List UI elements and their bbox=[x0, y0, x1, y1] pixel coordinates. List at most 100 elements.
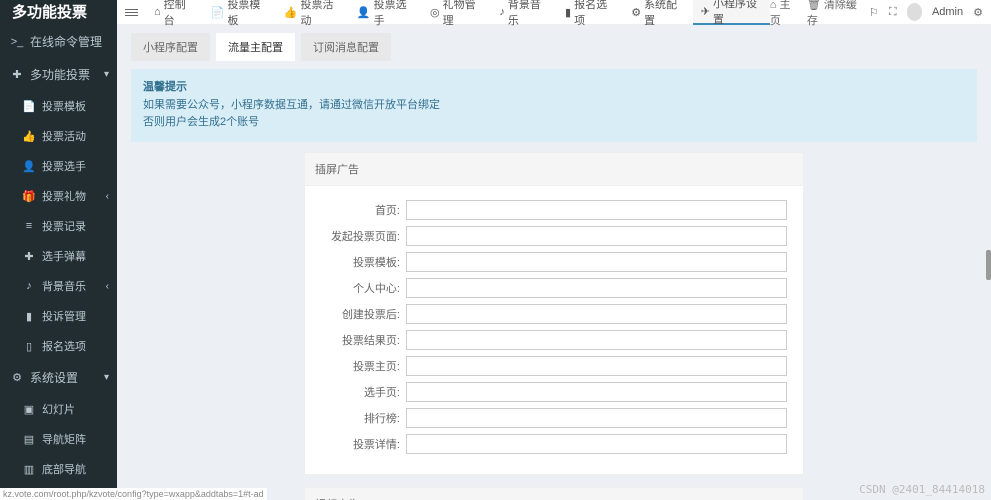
input-after-create[interactable] bbox=[406, 304, 787, 324]
flag-icon: ▮ bbox=[565, 6, 571, 19]
nav-icon: ▥ bbox=[22, 463, 36, 476]
user-icon: 👤 bbox=[22, 160, 36, 173]
field-label: 排行榜: bbox=[321, 410, 406, 426]
input-player-page[interactable] bbox=[406, 382, 787, 402]
topbar: ⌂控制台 📄投票模板 👍投票活动 👤投票选手 ◎礼物管理 ♪背景音乐 ▮报名选项… bbox=[117, 0, 991, 25]
input-detail[interactable] bbox=[406, 434, 787, 454]
file-icon: 📄 bbox=[211, 6, 225, 19]
sidebar-item-signup[interactable]: ▯报名选项 bbox=[6, 331, 117, 361]
alert-line1: 如果需要公众号，小程序数据互通，请通过微信开放平台绑定 bbox=[143, 97, 965, 115]
terminal-icon: >_ bbox=[10, 36, 24, 48]
flag-icon[interactable]: ⚐ bbox=[869, 6, 879, 19]
field-label: 投票结果页: bbox=[321, 332, 406, 348]
topbar-right: ⌂ 主页 🗑 清除缓存 ⚐ ⛶ Admin ⚙ bbox=[770, 0, 983, 28]
tab-template[interactable]: 📄投票模板 bbox=[203, 0, 274, 25]
clear-cache-link[interactable]: 🗑 清除缓存 bbox=[807, 0, 859, 28]
sidebar-group-cmd[interactable]: >_ 在线命令管理 bbox=[0, 25, 117, 58]
circle-icon: ◎ bbox=[430, 6, 440, 19]
sidebar-item-player[interactable]: 👤投票选手 bbox=[6, 151, 117, 181]
sidebar-item-activity[interactable]: 👍投票活动 bbox=[6, 121, 117, 151]
chevron-left-icon: ‹ bbox=[106, 281, 109, 292]
chevron-down-icon: ▾ bbox=[104, 372, 109, 383]
sidebar-label: 系统设置 bbox=[30, 369, 78, 386]
brand-title: 多功能投票 bbox=[0, 0, 117, 25]
tab-sysconfig[interactable]: ⚙系统配置 bbox=[623, 0, 691, 25]
input-profile[interactable] bbox=[406, 278, 787, 298]
user-name[interactable]: Admin bbox=[932, 6, 963, 18]
tab-miniapp[interactable]: ✈小程序设置 bbox=[693, 0, 770, 25]
sidebar-item-complaint[interactable]: ▮投诉管理 bbox=[6, 301, 117, 331]
main-area: ⌂控制台 📄投票模板 👍投票活动 👤投票选手 ◎礼物管理 ♪背景音乐 ▮报名选项… bbox=[117, 0, 991, 500]
sidebar-sub-sys: ▣幻灯片 ▤导航矩阵 ▥底部导航 ⚙系统配置 ✈小程序设置 ◎公众号配置 bbox=[0, 394, 117, 500]
tab-signup[interactable]: ▮报名选项 bbox=[557, 0, 621, 25]
plus-icon: ✚ bbox=[10, 68, 24, 81]
scrollbar-handle[interactable] bbox=[986, 250, 991, 280]
field-label: 投票模板: bbox=[321, 254, 406, 270]
plane-icon: ✈ bbox=[701, 5, 710, 18]
alert-line2: 否则用户会生成2个账号 bbox=[143, 114, 965, 132]
field-label: 创建投票后: bbox=[321, 306, 406, 322]
tab-subscribe-config[interactable]: 订阅消息配置 bbox=[301, 33, 391, 61]
status-url: kz.vote.com/root.php/kzvote/config?type=… bbox=[0, 488, 267, 500]
tab-activity[interactable]: 👍投票活动 bbox=[276, 0, 347, 25]
home-link[interactable]: ⌂ 主页 bbox=[770, 0, 797, 28]
music-icon: ♪ bbox=[499, 6, 505, 18]
field-label: 个人中心: bbox=[321, 280, 406, 296]
home-icon: ⌂ bbox=[154, 6, 161, 18]
gift-icon: 🎁 bbox=[22, 190, 36, 203]
content-area[interactable]: 小程序配置 流量主配置 订阅消息配置 温馨提示 如果需要公众号，小程序数据互通，… bbox=[117, 25, 991, 500]
avatar[interactable] bbox=[907, 3, 922, 21]
input-launch-vote[interactable] bbox=[406, 226, 787, 246]
sidebar-label: 在线命令管理 bbox=[30, 33, 102, 50]
sidebar-item-gift[interactable]: 🎁投票礼物‹ bbox=[6, 181, 117, 211]
watermark: CSDN @2401_84414018 bbox=[859, 483, 985, 496]
input-result[interactable] bbox=[406, 330, 787, 350]
chevron-down-icon: ▾ bbox=[104, 69, 109, 80]
field-label: 投票主页: bbox=[321, 358, 406, 374]
tab-gift[interactable]: ◎礼物管理 bbox=[422, 0, 489, 25]
sidebar-item-danmu[interactable]: ✚选手弹幕 bbox=[6, 241, 117, 271]
file-icon: 📄 bbox=[22, 100, 36, 113]
form-icon: ▯ bbox=[22, 340, 36, 353]
panel-title: 视频广告 bbox=[305, 488, 803, 500]
alert-title: 温馨提示 bbox=[143, 79, 965, 97]
hamburger-icon[interactable] bbox=[125, 7, 138, 18]
list-icon: ≡ bbox=[22, 220, 36, 232]
sidebar-item-record[interactable]: ≡投票记录 bbox=[6, 211, 117, 241]
chevron-left-icon: ‹ bbox=[106, 191, 109, 202]
expand-icon[interactable]: ⛶ bbox=[889, 6, 897, 19]
flag-icon: ▮ bbox=[22, 310, 36, 323]
thumb-icon: 👍 bbox=[22, 130, 36, 143]
panel-video-ad: 视频广告 个人中心: 发起投票页面: bbox=[304, 487, 804, 500]
sidebar-sub-vote: 📄投票模板 👍投票活动 👤投票选手 🎁投票礼物‹ ≡投票记录 ✚选手弹幕 ♪背景… bbox=[0, 91, 117, 361]
input-rank[interactable] bbox=[406, 408, 787, 428]
slide-icon: ▣ bbox=[22, 403, 36, 416]
thumb-icon: 👍 bbox=[284, 6, 298, 19]
sidebar-item-navmatrix[interactable]: ▤导航矩阵 bbox=[6, 424, 117, 454]
field-label: 发起投票页面: bbox=[321, 228, 406, 244]
sidebar-group-sys[interactable]: ⚙ 系统设置 ▾ bbox=[0, 361, 117, 394]
sidebar-group-vote[interactable]: ✚ 多功能投票 ▾ bbox=[0, 58, 117, 91]
grid-icon: ▤ bbox=[22, 433, 36, 446]
sidebar-item-bottomnav[interactable]: ▥底部导航 bbox=[6, 454, 117, 484]
sidebar-item-template[interactable]: 📄投票模板 bbox=[6, 91, 117, 121]
input-template[interactable] bbox=[406, 252, 787, 272]
sidebar-item-slide[interactable]: ▣幻灯片 bbox=[6, 394, 117, 424]
music-icon: ♪ bbox=[22, 280, 36, 292]
tab-console[interactable]: ⌂控制台 bbox=[146, 0, 201, 25]
field-label: 投票详情: bbox=[321, 436, 406, 452]
sidebar: 多功能投票 >_ 在线命令管理 ✚ 多功能投票 ▾ 📄投票模板 👍投票活动 👤投… bbox=[0, 0, 117, 500]
gear-icon[interactable]: ⚙ bbox=[973, 6, 983, 19]
sidebar-label: 多功能投票 bbox=[30, 66, 90, 83]
tab-miniapp-config[interactable]: 小程序配置 bbox=[131, 33, 210, 61]
tab-traffic-config[interactable]: 流量主配置 bbox=[216, 33, 295, 61]
input-vote-home[interactable] bbox=[406, 356, 787, 376]
sidebar-item-music[interactable]: ♪背景音乐‹ bbox=[6, 271, 117, 301]
tab-player[interactable]: 👤投票选手 bbox=[349, 0, 420, 25]
field-label: 选手页: bbox=[321, 384, 406, 400]
tab-music[interactable]: ♪背景音乐 bbox=[491, 0, 555, 25]
alert-tip: 温馨提示 如果需要公众号，小程序数据互通，请通过微信开放平台绑定 否则用户会生成… bbox=[131, 69, 977, 142]
panel-interstitial: 插屏广告 首页: 发起投票页面: 投票模板: 个人中心: 创建投票后: 投票结果… bbox=[304, 152, 804, 475]
input-home[interactable] bbox=[406, 200, 787, 220]
config-tabs: 小程序配置 流量主配置 订阅消息配置 bbox=[131, 33, 977, 61]
